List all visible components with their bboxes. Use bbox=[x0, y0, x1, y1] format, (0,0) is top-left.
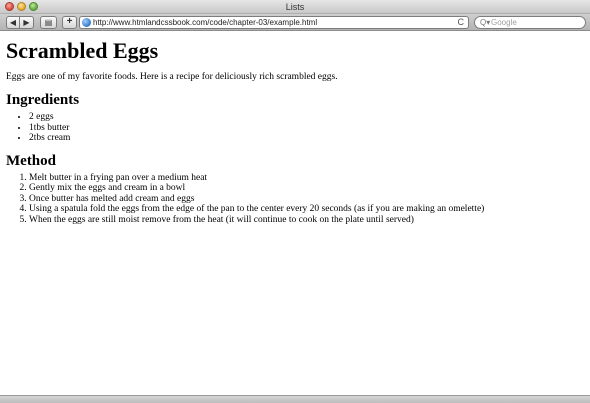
list-item: 2 eggs bbox=[29, 112, 584, 123]
list-item: Once butter has melted add cream and egg… bbox=[29, 194, 584, 205]
globe-icon bbox=[82, 18, 91, 27]
intro-paragraph: Eggs are one of my favorite foods. Here … bbox=[6, 72, 338, 82]
back-button[interactable]: ◀ bbox=[6, 16, 20, 29]
method-list: Melt butter in a frying pan over a mediu… bbox=[29, 173, 584, 226]
toolbar: ◀ ▶ ▤ + http://www.htmlandcssbook.com/co… bbox=[0, 14, 590, 31]
page-title: Scrambled Eggs bbox=[6, 38, 159, 63]
search-icon[interactable]: Q▾ bbox=[480, 17, 490, 28]
add-bookmark-button[interactable]: + bbox=[62, 16, 77, 29]
url-text[interactable]: http://www.htmlandcssbook.com/code/chapt… bbox=[93, 17, 317, 28]
back-arrow-icon: ◀ bbox=[9, 18, 17, 27]
ingredients-heading: Ingredients bbox=[6, 92, 80, 108]
list-item: Gently mix the eggs and cream in a bowl bbox=[29, 183, 584, 194]
reload-icon[interactable]: C bbox=[458, 17, 465, 28]
forward-arrow-icon: ▶ bbox=[23, 18, 30, 27]
bookmarks-button[interactable]: ▤ bbox=[40, 16, 57, 29]
forward-button[interactable]: ▶ bbox=[20, 16, 34, 29]
status-bar bbox=[0, 395, 590, 403]
search-input[interactable] bbox=[491, 17, 581, 28]
address-bar[interactable]: http://www.htmlandcssbook.com/code/chapt… bbox=[79, 16, 469, 29]
list-item: Using a spatula fold the eggs from the e… bbox=[29, 204, 584, 215]
window-title: Lists bbox=[285, 2, 305, 12]
list-item: 2tbs cream bbox=[29, 133, 584, 144]
bookmarks-icon: ▤ bbox=[44, 18, 53, 27]
search-field[interactable]: Q▾ bbox=[474, 16, 586, 29]
browser-window: Lists ◀ ▶ ▤ + http://www.htmlandcssbook.… bbox=[0, 0, 590, 403]
method-heading: Method bbox=[6, 152, 56, 169]
page-content: Scrambled Eggs Eggs are one of my favori… bbox=[0, 32, 590, 395]
list-item: 1tbs butter bbox=[29, 123, 584, 134]
list-item: Melt butter in a frying pan over a mediu… bbox=[29, 173, 584, 184]
title-bar: Lists bbox=[0, 0, 590, 14]
plus-icon: + bbox=[66, 16, 73, 27]
ingredients-list: 2 eggs 1tbs butter 2tbs cream bbox=[29, 112, 584, 144]
list-item: When the eggs are still moist remove fro… bbox=[29, 215, 584, 226]
